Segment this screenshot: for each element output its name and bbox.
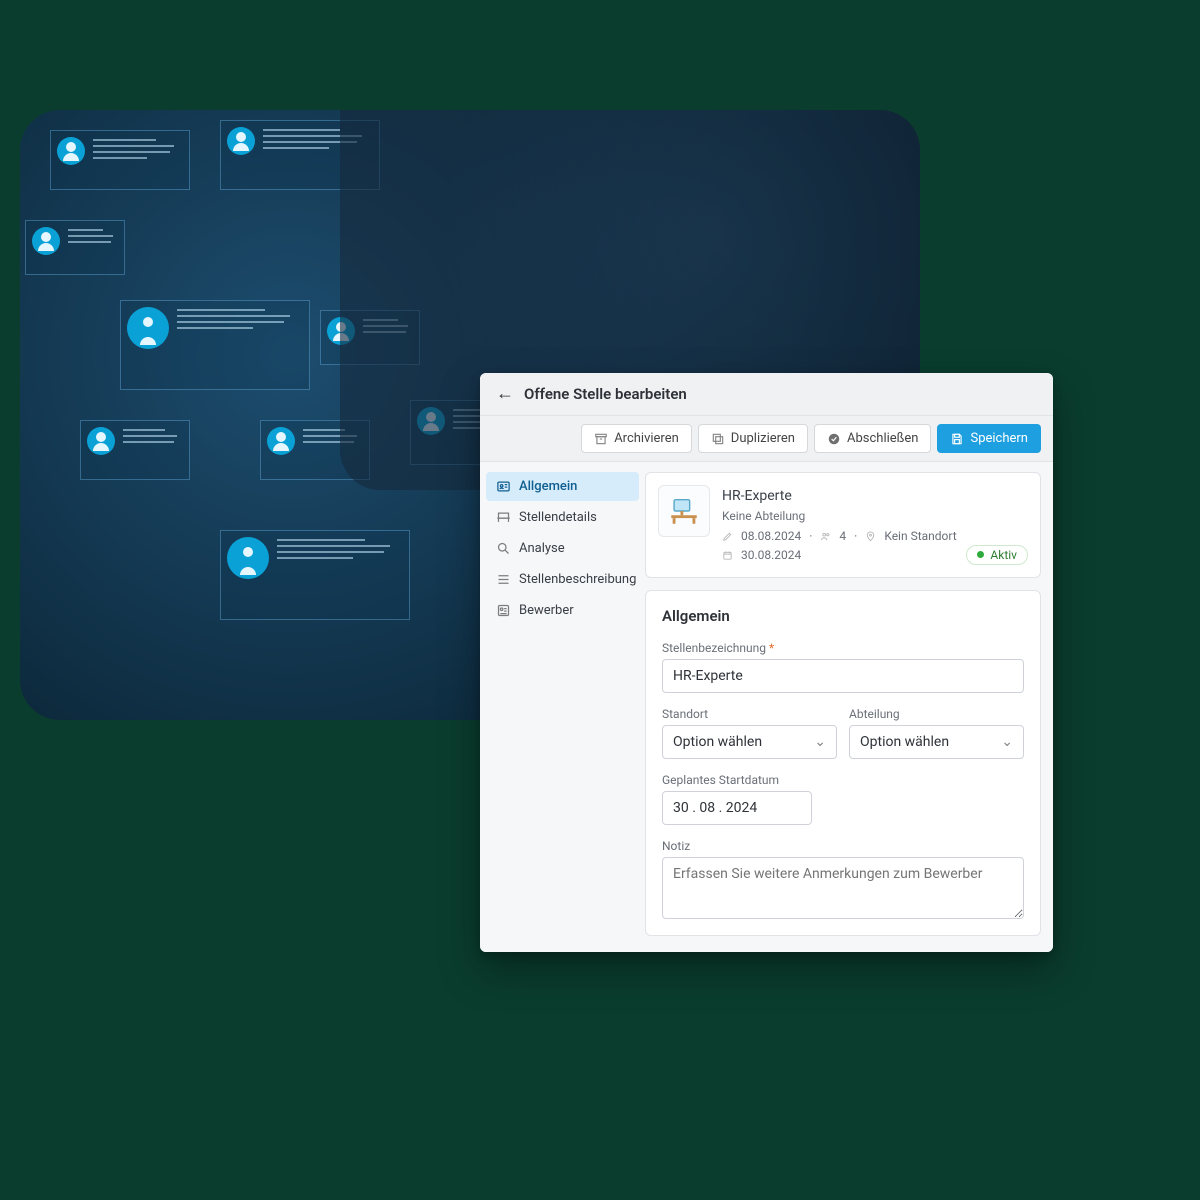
close-label: Abschließen xyxy=(847,431,918,446)
vacancy-location: Kein Standort xyxy=(884,527,956,546)
holo-card xyxy=(260,420,370,480)
location-select[interactable]: Option wählen ⌄ xyxy=(662,725,837,759)
vacancy-thumb-icon xyxy=(658,485,710,537)
holo-card xyxy=(220,530,410,620)
archive-button[interactable]: Archivieren xyxy=(581,424,692,453)
department-label: Abteilung xyxy=(849,707,1024,721)
back-arrow-icon[interactable]: ← xyxy=(496,385,514,403)
holo-card xyxy=(320,310,420,365)
edit-vacancy-panel: ← Offene Stelle bearbeiten Archivieren D… xyxy=(480,373,1053,952)
vacancy-department: Keine Abteilung xyxy=(722,507,1028,526)
save-icon xyxy=(950,432,964,446)
startdate-label: Geplantes Startdatum xyxy=(662,773,1024,787)
note-textarea[interactable] xyxy=(662,857,1024,919)
department-selected: Option wählen xyxy=(860,734,949,750)
nav-label: Analyse xyxy=(519,541,565,556)
duplicate-button[interactable]: Duplizieren xyxy=(698,424,808,453)
duplicate-icon xyxy=(711,432,725,446)
nav-label: Bewerber xyxy=(519,603,574,618)
pin-icon xyxy=(865,531,876,542)
list-icon xyxy=(496,572,511,587)
holo-card xyxy=(120,300,310,390)
status-label: Aktiv xyxy=(990,548,1017,562)
applicants-icon xyxy=(496,603,511,618)
nav-label: Stellendetails xyxy=(519,510,597,525)
panel-title: Offene Stelle bearbeiten xyxy=(524,385,687,403)
side-nav: Allgemein Stellendetails Analyse Stellen… xyxy=(480,462,645,952)
chevron-down-icon: ⌄ xyxy=(814,734,826,750)
desk-icon xyxy=(496,510,511,525)
pencil-icon xyxy=(722,531,733,542)
vacancy-title: HR-Experte xyxy=(722,485,1028,507)
required-asterisk: * xyxy=(769,641,774,655)
nav-item-stellendetails[interactable]: Stellendetails xyxy=(486,503,639,532)
section-title: Allgemein xyxy=(662,607,1024,625)
nav-item-bewerber[interactable]: Bewerber xyxy=(486,596,639,625)
panel-toolbar: Archivieren Duplizieren Abschließen Spei… xyxy=(480,416,1053,462)
people-icon xyxy=(820,531,831,542)
calendar-icon xyxy=(722,550,733,561)
save-button[interactable]: Speichern xyxy=(937,424,1041,453)
nav-label: Allgemein xyxy=(519,479,577,494)
archive-icon xyxy=(594,432,608,446)
vacancy-created: 08.08.2024 xyxy=(741,527,801,546)
holo-card xyxy=(220,120,380,190)
holo-card xyxy=(50,130,190,190)
chevron-down-icon: ⌄ xyxy=(1001,734,1013,750)
job-title-label: Stellenbezeichnung * xyxy=(662,641,1024,655)
status-badge: Aktiv xyxy=(966,545,1028,565)
form-allgemein: Allgemein Stellenbezeichnung * Standort … xyxy=(645,590,1041,936)
nav-label: Stellenbeschreibung xyxy=(519,572,636,587)
nav-item-allgemein[interactable]: Allgemein xyxy=(486,472,639,501)
location-label: Standort xyxy=(662,707,837,721)
magnifier-icon xyxy=(496,541,511,556)
job-title-input[interactable] xyxy=(662,659,1024,693)
id-card-icon xyxy=(496,479,511,494)
vacancy-applicants: 4 xyxy=(839,527,846,546)
department-select[interactable]: Option wählen ⌄ xyxy=(849,725,1024,759)
duplicate-label: Duplizieren xyxy=(731,431,795,446)
close-button[interactable]: Abschließen xyxy=(814,424,931,453)
check-circle-icon xyxy=(827,432,841,446)
startdate-input[interactable] xyxy=(662,791,812,825)
vacancy-summary-card: HR-Experte Keine Abteilung 08.08.2024 · … xyxy=(645,472,1041,578)
archive-label: Archivieren xyxy=(614,431,679,446)
save-label: Speichern xyxy=(970,431,1028,446)
vacancy-planned: 30.08.2024 xyxy=(741,546,801,565)
nav-item-analyse[interactable]: Analyse xyxy=(486,534,639,563)
holo-card xyxy=(25,220,125,275)
location-selected: Option wählen xyxy=(673,734,762,750)
note-label: Notiz xyxy=(662,839,1024,853)
holo-card xyxy=(80,420,190,480)
nav-item-stellenbeschreibung[interactable]: Stellenbeschreibung xyxy=(486,565,639,594)
panel-header: ← Offene Stelle bearbeiten xyxy=(480,373,1053,416)
